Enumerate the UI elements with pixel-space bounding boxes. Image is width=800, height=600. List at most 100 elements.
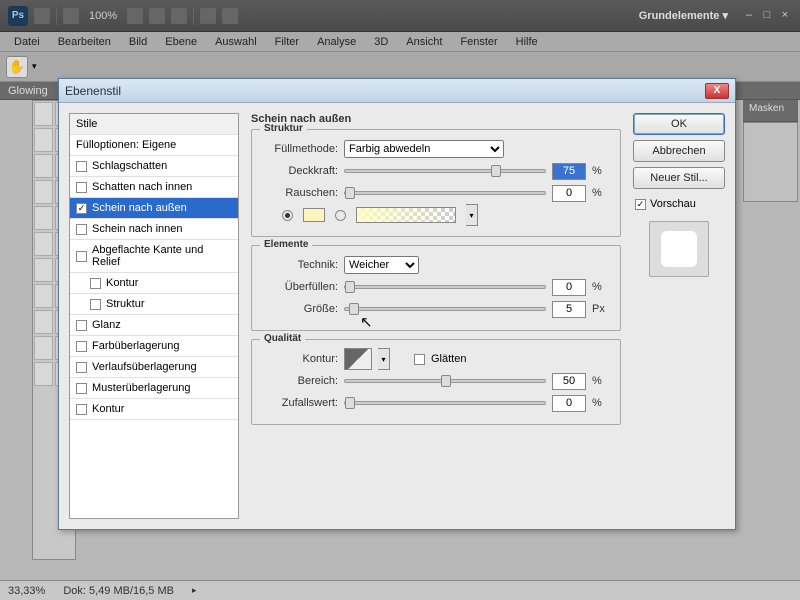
style-item[interactable]: Kontur (70, 273, 238, 294)
extras-icon[interactable] (222, 8, 238, 24)
color-radio[interactable] (282, 210, 293, 221)
style-checkbox[interactable] (76, 251, 87, 262)
style-checkbox[interactable] (76, 182, 87, 193)
gradient-swatch[interactable] (356, 207, 456, 223)
menu-filter[interactable]: Filter (267, 34, 307, 50)
blend-mode-select[interactable]: Farbig abwedeln (344, 140, 504, 158)
menu-bearbeiten[interactable]: Bearbeiten (50, 34, 119, 50)
new-style-button[interactable]: Neuer Stil... (633, 167, 725, 189)
preview-checkbox[interactable] (635, 199, 646, 210)
style-checkbox[interactable] (76, 404, 87, 415)
menu-3d[interactable]: 3D (366, 34, 396, 50)
noise-input[interactable] (552, 185, 586, 202)
styles-list: Stile Fülloptionen: Eigene Schlagschatte… (69, 113, 239, 519)
jitter-input[interactable] (552, 395, 586, 412)
tool[interactable] (34, 206, 53, 230)
tool[interactable] (34, 284, 53, 308)
noise-slider[interactable] (344, 191, 546, 195)
tool[interactable] (34, 362, 53, 386)
tool[interactable] (34, 154, 53, 178)
size-slider[interactable] (344, 307, 546, 311)
style-item[interactable]: Schatten nach innen (70, 177, 238, 198)
menu-ebene[interactable]: Ebene (157, 34, 205, 50)
zoom-level[interactable]: 100% (85, 8, 121, 24)
size-input[interactable] (552, 301, 586, 318)
menu-ansicht[interactable]: Ansicht (398, 34, 450, 50)
menu-bild[interactable]: Bild (121, 34, 155, 50)
style-item[interactable]: Abgeflachte Kante und Relief (70, 240, 238, 273)
tool[interactable] (34, 336, 53, 360)
layer-style-dialog: Ebenenstil X Stile Fülloptionen: Eigene … (58, 78, 736, 530)
doc-status[interactable]: Dok: 5,49 MB/16,5 MB (63, 585, 174, 597)
gradient-dropdown[interactable]: ▾ (466, 204, 478, 226)
style-item[interactable]: Schein nach innen (70, 219, 238, 240)
fill-options-row[interactable]: Fülloptionen: Eigene (70, 135, 238, 156)
contour-dropdown[interactable]: ▾ (378, 348, 390, 370)
style-label: Schatten nach innen (92, 181, 192, 193)
bridge-icon[interactable] (34, 8, 50, 24)
tool[interactable] (34, 180, 53, 204)
style-item[interactable]: Verlaufsüberlagerung (70, 357, 238, 378)
maximize-icon[interactable]: □ (760, 9, 774, 23)
style-item[interactable]: Musterüberlagerung (70, 378, 238, 399)
style-checkbox[interactable] (76, 362, 87, 373)
arrange-icon[interactable] (63, 8, 79, 24)
antialias-checkbox[interactable] (414, 354, 425, 365)
menu-datei[interactable]: Datei (6, 34, 48, 50)
opacity-input[interactable] (552, 163, 586, 180)
hand-tool-icon[interactable]: ✋ (6, 56, 28, 78)
zoom-icon[interactable] (149, 8, 165, 24)
menu-hilfe[interactable]: Hilfe (508, 34, 546, 50)
spread-input[interactable] (552, 279, 586, 296)
menu-analyse[interactable]: Analyse (309, 34, 364, 50)
dialog-title-text: Ebenenstil (65, 84, 705, 98)
style-checkbox[interactable] (76, 341, 87, 352)
tool[interactable] (34, 102, 53, 126)
styles-header[interactable]: Stile (70, 114, 238, 135)
style-checkbox[interactable] (90, 299, 101, 310)
cancel-button[interactable]: Abbrechen (633, 140, 725, 162)
workspace-switcher[interactable]: Grundelemente ▾ (639, 9, 736, 22)
screen-mode-icon[interactable] (200, 8, 216, 24)
technique-select[interactable]: Weicher (344, 256, 419, 274)
opacity-slider[interactable] (344, 169, 546, 173)
style-item[interactable]: Glanz (70, 315, 238, 336)
menu-auswahl[interactable]: Auswahl (207, 34, 265, 50)
style-checkbox[interactable] (76, 383, 87, 394)
jitter-slider[interactable] (344, 401, 546, 405)
style-item[interactable]: Farbüberlagerung (70, 336, 238, 357)
contour-swatch[interactable] (344, 348, 372, 370)
noise-label: Rauschen: (262, 187, 338, 199)
zoom-status[interactable]: 33,33% (8, 585, 45, 597)
tool[interactable] (34, 232, 53, 256)
style-checkbox[interactable] (90, 278, 101, 289)
range-slider[interactable] (344, 379, 546, 383)
style-label: Schlagschatten (92, 160, 167, 172)
dialog-titlebar[interactable]: Ebenenstil X (59, 79, 735, 103)
document-tab[interactable]: Glowing (8, 85, 48, 97)
style-item[interactable]: Struktur (70, 294, 238, 315)
style-checkbox[interactable] (76, 203, 87, 214)
color-swatch[interactable] (303, 208, 325, 222)
style-checkbox[interactable] (76, 224, 87, 235)
hand-icon[interactable] (127, 8, 143, 24)
tool[interactable] (34, 128, 53, 152)
panel-tab[interactable]: Masken (743, 100, 798, 122)
style-item[interactable]: Schein nach außen (70, 198, 238, 219)
range-input[interactable] (552, 373, 586, 390)
style-item[interactable]: Kontur (70, 399, 238, 420)
style-checkbox[interactable] (76, 161, 87, 172)
status-bar: 33,33% Dok: 5,49 MB/16,5 MB ▸ (0, 580, 800, 600)
ok-button[interactable]: OK (633, 113, 725, 135)
menu-fenster[interactable]: Fenster (452, 34, 505, 50)
gradient-radio[interactable] (335, 210, 346, 221)
minimize-icon[interactable]: – (742, 9, 756, 23)
tool[interactable] (34, 310, 53, 334)
tool[interactable] (34, 258, 53, 282)
rotate-icon[interactable] (171, 8, 187, 24)
style-item[interactable]: Schlagschatten (70, 156, 238, 177)
style-checkbox[interactable] (76, 320, 87, 331)
dialog-close-button[interactable]: X (705, 83, 729, 99)
close-icon[interactable]: × (778, 9, 792, 23)
spread-slider[interactable] (344, 285, 546, 289)
